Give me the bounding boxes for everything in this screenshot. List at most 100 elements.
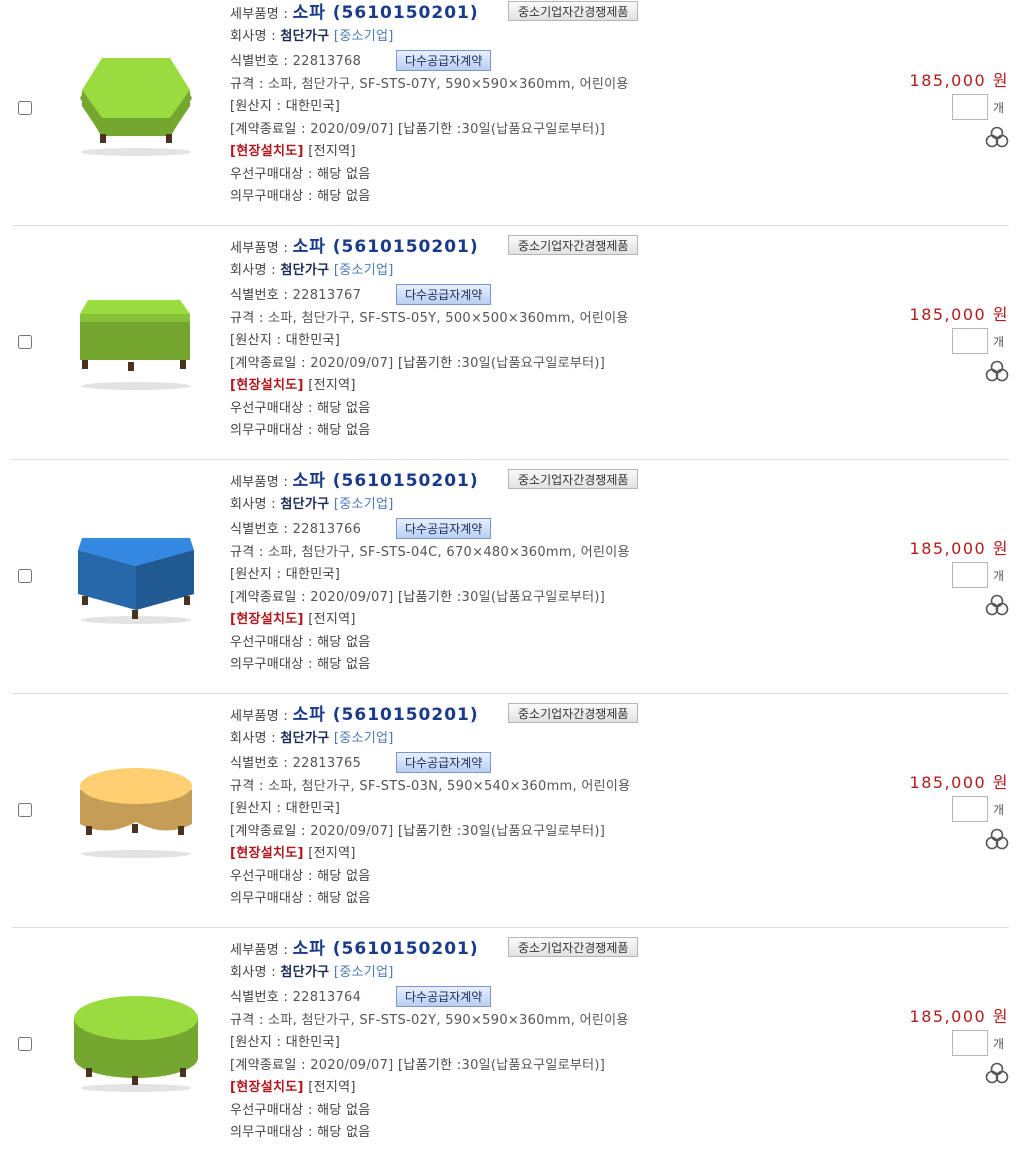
priority-purchase: 우선구매대상 : 해당 없음: [230, 635, 371, 650]
contract-end-label: [계약종료일 :: [230, 590, 306, 605]
select-checkbox[interactable]: [18, 569, 32, 583]
quantity-input[interactable]: [952, 1030, 988, 1056]
on-site-install-tag: [현장설치도]: [230, 846, 304, 861]
product-id: 22813768: [292, 54, 362, 69]
select-checkbox[interactable]: [18, 1037, 32, 1051]
mandatory-purchase: 의무구매대상 : 해당 없음: [230, 657, 371, 672]
id-label: 식별번호 :: [230, 54, 289, 69]
quantity-input[interactable]: [952, 94, 988, 120]
sme-competition-badge[interactable]: 중소기업자간경쟁제품: [508, 703, 639, 723]
contract-end-date: 2020/09/07]: [310, 1058, 394, 1073]
product-row-22813765: 세부품명 : 소파 (5610150201) 중소기업자간경쟁제품 회사명 : …: [0, 702, 1023, 936]
sme-tag: [중소기업]: [333, 263, 394, 278]
multi-supplier-contract-badge[interactable]: 다수공급자계약: [396, 50, 492, 71]
product-name-link[interactable]: 소파 (5610150201): [293, 939, 479, 959]
contract-end-date: 2020/09/07]: [310, 122, 394, 137]
contract-line: [계약종료일 : 2020/09/07] [납품기한 :30일(납품요구일로부터…: [230, 355, 605, 373]
sme-competition-badge[interactable]: 중소기업자간경쟁제품: [508, 937, 639, 957]
origin: [원산지 : 대한민국]: [230, 333, 341, 348]
region-tag: [전지역]: [308, 144, 356, 159]
sme-competition-badge[interactable]: 중소기업자간경쟁제품: [508, 235, 639, 255]
install-line: [현장설치도] [전지역]: [230, 845, 356, 863]
item-name-label: 세부품명 :: [230, 475, 289, 490]
id-label: 식별번호 :: [230, 522, 289, 537]
product-name-link[interactable]: 소파 (5610150201): [293, 705, 479, 725]
product-row-22813767: 세부품명 : 소파 (5610150201) 중소기업자간경쟁제품 회사명 : …: [0, 234, 1023, 468]
company-label: 회사명 :: [230, 29, 276, 44]
install-line: [현장설치도] [전지역]: [230, 377, 356, 395]
priority-purchase: 우선구매대상 : 해당 없음: [230, 167, 371, 182]
spec-value: 소파, 첨단가구, SF-STS-02Y, 590×590×360mm, 어린이…: [268, 1013, 629, 1028]
price: 185,000 원: [909, 305, 1009, 324]
spec-value: 소파, 첨단가구, SF-STS-05Y, 500×500×360mm, 어린이…: [268, 311, 629, 326]
multi-supplier-contract-badge[interactable]: 다수공급자계약: [396, 518, 492, 539]
quantity-input[interactable]: [952, 796, 988, 822]
row-divider: [12, 927, 1009, 928]
compare-icon[interactable]: [985, 360, 1009, 382]
origin: [원산지 : 대한민국]: [230, 1035, 341, 1050]
delivery-label: [납품기한 :: [397, 824, 462, 839]
yellow-curved-stool-image[interactable]: [70, 750, 202, 860]
company-name-link[interactable]: 첨단가구: [280, 263, 329, 278]
delivery-label: [납품기한 :: [397, 1058, 462, 1073]
quantity-input[interactable]: [952, 562, 988, 588]
unit-label: 개: [993, 101, 1005, 115]
spec-line: 규격 : 소파, 첨단가구, SF-STS-02Y, 590×590×360mm…: [230, 1012, 629, 1030]
contract-end-date: 2020/09/07]: [310, 590, 394, 605]
item-name-line: 세부품명 : 소파 (5610150201) 중소기업자간경쟁제품: [230, 1, 639, 24]
select-checkbox[interactable]: [18, 803, 32, 817]
sme-tag: [중소기업]: [333, 497, 394, 512]
spec-value: 소파, 첨단가구, SF-STS-07Y, 590×590×360mm, 어린이…: [268, 77, 629, 92]
company-label: 회사명 :: [230, 731, 276, 746]
product-name-link[interactable]: 소파 (5610150201): [293, 3, 479, 23]
company-label: 회사명 :: [230, 497, 276, 512]
id-label: 식별번호 :: [230, 756, 289, 771]
sme-competition-badge[interactable]: 중소기업자간경쟁제품: [508, 469, 639, 489]
id-line: 식별번호 : 22813767 다수공급자계약: [230, 284, 492, 305]
spec-line: 규격 : 소파, 첨단가구, SF-STS-04C, 670×480×360mm…: [230, 544, 630, 562]
id-line: 식별번호 : 22813765 다수공급자계약: [230, 752, 492, 773]
unit-label: 개: [993, 803, 1005, 817]
quantity-input[interactable]: [952, 328, 988, 354]
company-name-link[interactable]: 첨단가구: [280, 497, 329, 512]
spec-label: 규격 :: [230, 545, 264, 560]
spec-value: 소파, 첨단가구, SF-STS-04C, 670×480×360mm, 어린이…: [268, 545, 630, 560]
origin: [원산지 : 대한민국]: [230, 567, 341, 582]
company-name-link[interactable]: 첨단가구: [280, 731, 329, 746]
select-checkbox[interactable]: [18, 101, 32, 115]
id-label: 식별번호 :: [230, 288, 289, 303]
product-id: 22813765: [292, 756, 362, 771]
compare-icon[interactable]: [985, 1062, 1009, 1084]
spec-label: 규격 :: [230, 779, 264, 794]
compare-icon[interactable]: [985, 828, 1009, 850]
green-hexagon-stool-image[interactable]: [70, 48, 202, 158]
spec-value: 소파, 첨단가구, SF-STS-03N, 590×540×360mm, 어린이…: [268, 779, 631, 794]
multi-supplier-contract-badge[interactable]: 다수공급자계약: [396, 986, 492, 1007]
green-round-stool-image[interactable]: [70, 984, 202, 1094]
on-site-install-tag: [현장설치도]: [230, 612, 304, 627]
company-name-link[interactable]: 첨단가구: [280, 29, 329, 44]
sme-competition-badge[interactable]: 중소기업자간경쟁제품: [508, 1, 639, 21]
product-name-link[interactable]: 소파 (5610150201): [293, 471, 479, 491]
select-checkbox[interactable]: [18, 335, 32, 349]
on-site-install-tag: [현장설치도]: [230, 378, 304, 393]
multi-supplier-contract-badge[interactable]: 다수공급자계약: [396, 752, 492, 773]
price: 185,000 원: [909, 71, 1009, 90]
contract-line: [계약종료일 : 2020/09/07] [납품기한 :30일(납품요구일로부터…: [230, 121, 605, 139]
multi-supplier-contract-badge[interactable]: 다수공급자계약: [396, 284, 492, 305]
product-row-22813768: 세부품명 : 소파 (5610150201) 중소기업자간경쟁제품 회사명 : …: [0, 0, 1023, 234]
item-name-line: 세부품명 : 소파 (5610150201) 중소기업자간경쟁제품: [230, 469, 639, 492]
product-name-link[interactable]: 소파 (5610150201): [293, 237, 479, 257]
compare-icon[interactable]: [985, 594, 1009, 616]
compare-icon[interactable]: [985, 126, 1009, 148]
company-line: 회사명 : 첨단가구 [중소기업]: [230, 262, 394, 280]
price: 185,000 원: [909, 1007, 1009, 1026]
green-square-stool-image[interactable]: [70, 282, 202, 392]
mandatory-purchase: 의무구매대상 : 해당 없음: [230, 189, 371, 204]
priority-purchase: 우선구매대상 : 해당 없음: [230, 401, 371, 416]
blue-trapezoid-stool-image[interactable]: [70, 516, 202, 626]
company-name-link[interactable]: 첨단가구: [280, 965, 329, 980]
contract-line: [계약종료일 : 2020/09/07] [납품기한 :30일(납품요구일로부터…: [230, 589, 605, 607]
contract-line: [계약종료일 : 2020/09/07] [납품기한 :30일(납품요구일로부터…: [230, 823, 605, 841]
product-row-22813764: 세부품명 : 소파 (5610150201) 중소기업자간경쟁제품 회사명 : …: [0, 936, 1023, 1170]
